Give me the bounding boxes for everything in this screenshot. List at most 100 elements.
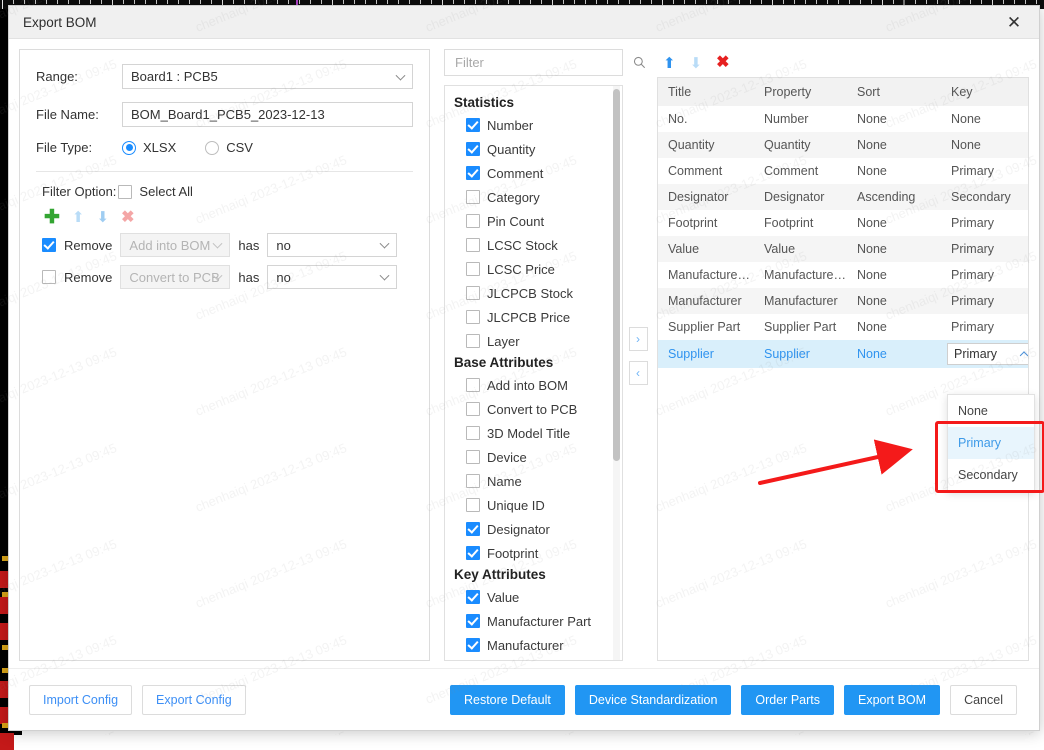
- ruler-tick: [629, 0, 630, 4]
- move-down-icon[interactable]: ⬇: [97, 210, 110, 225]
- close-icon[interactable]: ✕: [1001, 9, 1027, 35]
- attribute-checkbox[interactable]: [466, 310, 480, 324]
- attribute-item[interactable]: Manufacturer Part: [454, 609, 608, 633]
- attribute-filter-box[interactable]: [444, 49, 623, 76]
- table-row[interactable]: QuantityQuantityNoneNone: [658, 132, 1028, 158]
- search-input[interactable]: [453, 54, 633, 71]
- table-row[interactable]: CommentCommentNonePrimary: [658, 158, 1028, 184]
- row-sort-cell: None: [847, 158, 941, 184]
- table-row[interactable]: SupplierSupplierNonePrimary: [658, 340, 1028, 368]
- attribute-item[interactable]: Footprint: [454, 541, 608, 565]
- table-row[interactable]: ValueValueNonePrimary: [658, 236, 1028, 262]
- attribute-checkbox[interactable]: [466, 190, 480, 204]
- radio-xlsx[interactable]: [122, 141, 136, 155]
- export-config-button[interactable]: Export Config: [142, 685, 246, 715]
- attribute-item[interactable]: Comment: [454, 161, 608, 185]
- device-standardization-button[interactable]: Device Standardization: [575, 685, 732, 715]
- table-row[interactable]: No.NumberNoneNone: [658, 106, 1028, 132]
- attribute-checkbox[interactable]: [466, 238, 480, 252]
- attribute-checkbox[interactable]: [466, 426, 480, 440]
- import-config-button[interactable]: Import Config: [29, 685, 132, 715]
- attribute-list-scrollbar[interactable]: [613, 89, 620, 461]
- radio-xlsx-label: XLSX: [143, 140, 176, 155]
- key-select[interactable]: Primary: [947, 343, 1028, 365]
- attribute-checkbox[interactable]: [466, 498, 480, 512]
- attribute-checkbox[interactable]: [466, 638, 480, 652]
- attribute-item[interactable]: Pin Count: [454, 209, 608, 233]
- attribute-checkbox[interactable]: [466, 546, 480, 560]
- transfer-to-left-button[interactable]: ‹: [629, 361, 648, 385]
- filename-input[interactable]: BOM_Board1_PCB5_2023-12-13: [122, 102, 413, 127]
- attribute-item[interactable]: Quantity: [454, 137, 608, 161]
- filter-rule-2-value-select[interactable]: no: [267, 265, 397, 289]
- attribute-item[interactable]: LCSC Stock: [454, 233, 608, 257]
- attribute-checkbox[interactable]: [466, 334, 480, 348]
- attribute-item[interactable]: Value: [454, 585, 608, 609]
- attribute-item[interactable]: Name: [454, 469, 608, 493]
- attribute-checkbox[interactable]: [466, 402, 480, 416]
- attribute-item[interactable]: Number: [454, 113, 608, 137]
- attribute-checkbox[interactable]: [466, 450, 480, 464]
- attribute-item[interactable]: Device: [454, 445, 608, 469]
- attribute-checkbox[interactable]: [466, 118, 480, 132]
- attribute-item[interactable]: JLCPCB Stock: [454, 281, 608, 305]
- attribute-checkbox[interactable]: [466, 166, 480, 180]
- key-option-secondary[interactable]: Secondary: [948, 459, 1034, 491]
- radio-csv[interactable]: [205, 141, 219, 155]
- transfer-controls: › ‹: [623, 49, 653, 668]
- ruler-tick: [486, 0, 487, 4]
- row-move-up-icon[interactable]: ⬆: [663, 56, 676, 71]
- col-header-title[interactable]: Title: [658, 78, 754, 106]
- range-select[interactable]: Board1 : PCB5: [122, 64, 413, 89]
- table-row[interactable]: DesignatorDesignatorAscendingSecondary: [658, 184, 1028, 210]
- col-header-sort[interactable]: Sort: [847, 78, 941, 106]
- attribute-item[interactable]: Manufacturer: [454, 633, 608, 657]
- ruler-tick: [409, 0, 410, 4]
- attribute-checkbox[interactable]: [466, 378, 480, 392]
- filter-rule-2-property-select[interactable]: Convert to PCB: [120, 265, 230, 289]
- move-up-icon[interactable]: ⬆: [72, 210, 85, 225]
- attribute-checkbox[interactable]: [466, 522, 480, 536]
- export-bom-button[interactable]: Export BOM: [844, 685, 940, 715]
- delete-filter-icon[interactable]: ✖: [121, 210, 134, 226]
- filter-rule-2-checkbox[interactable]: [42, 270, 56, 284]
- order-parts-button[interactable]: Order Parts: [741, 685, 834, 715]
- attribute-item[interactable]: LCSC Price: [454, 257, 608, 281]
- restore-default-button[interactable]: Restore Default: [450, 685, 565, 715]
- add-filter-icon[interactable]: ✚: [44, 208, 60, 227]
- attribute-item[interactable]: JLCPCB Price: [454, 305, 608, 329]
- attribute-checkbox[interactable]: [466, 142, 480, 156]
- row-move-down-icon[interactable]: ⬇: [690, 56, 703, 71]
- attribute-checkbox[interactable]: [466, 614, 480, 628]
- key-option-none[interactable]: None: [948, 395, 1034, 427]
- attribute-checkbox[interactable]: [466, 286, 480, 300]
- col-header-key[interactable]: Key: [941, 78, 1028, 106]
- select-all-checkbox[interactable]: [118, 185, 132, 199]
- filter-rule-1-value-select[interactable]: no: [267, 233, 397, 257]
- filename-label: File Name:: [36, 107, 122, 122]
- attribute-item[interactable]: Category: [454, 185, 608, 209]
- filter-rule-1-checkbox[interactable]: [42, 238, 56, 252]
- footer-right-buttons: Restore Default Device Standardization O…: [450, 685, 1017, 715]
- attribute-checkbox[interactable]: [466, 262, 480, 276]
- table-row[interactable]: ManufacturerManufacturerNonePrimary: [658, 288, 1028, 314]
- key-option-primary[interactable]: Primary: [948, 427, 1034, 459]
- row-delete-icon[interactable]: ✖: [716, 55, 729, 71]
- attribute-checkbox[interactable]: [466, 474, 480, 488]
- attribute-item[interactable]: Add into BOM: [454, 373, 608, 397]
- table-row[interactable]: FootprintFootprintNonePrimary: [658, 210, 1028, 236]
- attribute-item[interactable]: Layer: [454, 329, 608, 353]
- cancel-button[interactable]: Cancel: [950, 685, 1017, 715]
- col-header-property[interactable]: Property: [754, 78, 847, 106]
- attribute-item[interactable]: Unique ID: [454, 493, 608, 517]
- attribute-checkbox[interactable]: [466, 590, 480, 604]
- ruler-tick: [915, 0, 916, 4]
- attribute-checkbox[interactable]: [466, 214, 480, 228]
- attribute-item[interactable]: 3D Model Title: [454, 421, 608, 445]
- table-row[interactable]: Manufacturer…Manufacturer…NonePrimary: [658, 262, 1028, 288]
- transfer-to-right-button[interactable]: ›: [629, 327, 648, 351]
- attribute-item[interactable]: Convert to PCB: [454, 397, 608, 421]
- filter-rule-1-property-select[interactable]: Add into BOM: [120, 233, 230, 257]
- table-row[interactable]: Supplier PartSupplier PartNonePrimary: [658, 314, 1028, 340]
- attribute-item[interactable]: Designator: [454, 517, 608, 541]
